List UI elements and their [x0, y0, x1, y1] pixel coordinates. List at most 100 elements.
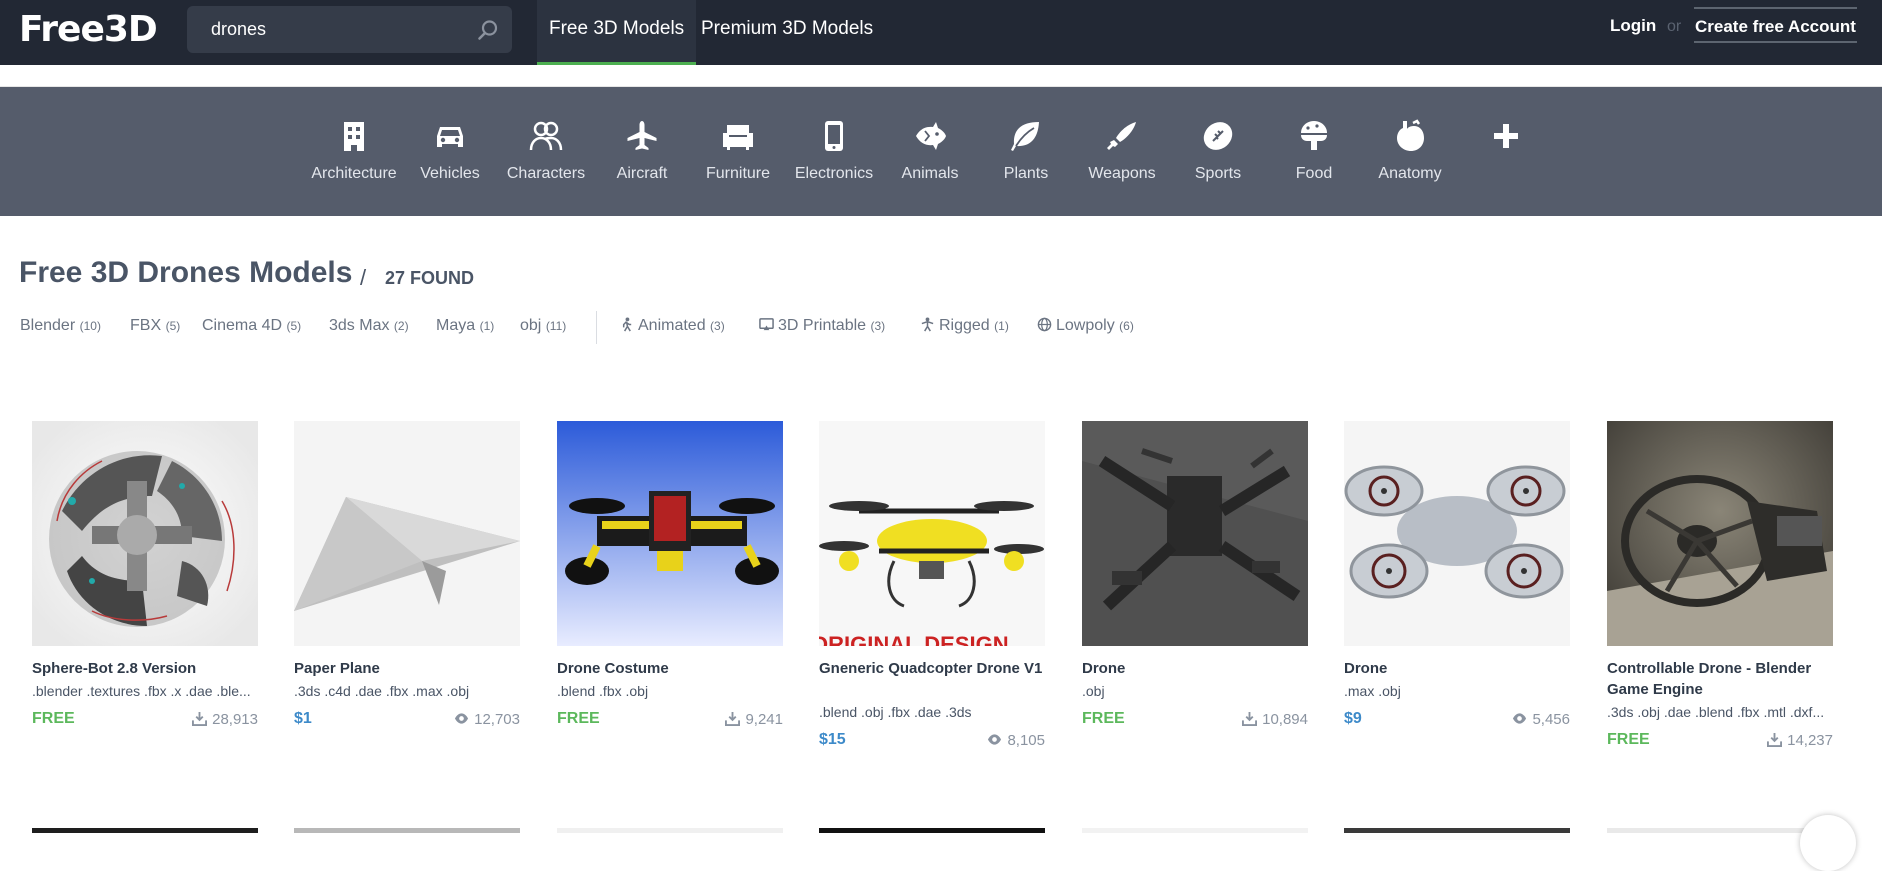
filter-rigged[interactable]: Rigged (1): [920, 317, 1009, 335]
eye-icon: [455, 713, 469, 724]
model-formats: .max .obj: [1344, 683, 1401, 699]
model-formats: .blender .textures .fbx .x .dae .ble...: [32, 683, 251, 699]
model-thumbnail[interactable]: [1344, 421, 1570, 646]
filter-label: FBX: [130, 317, 162, 334]
category-plants[interactable]: Plants: [978, 87, 1074, 216]
fish-icon: [916, 122, 946, 150]
category-characters[interactable]: Characters: [498, 87, 594, 216]
next-row-thumbnail[interactable]: [819, 828, 1045, 833]
filter-count: (5): [165, 319, 181, 333]
model-formats: .blend .fbx .obj: [557, 683, 649, 699]
stat-value: 9,241: [745, 711, 783, 728]
phone-icon: [825, 121, 843, 151]
download-icon: [725, 711, 741, 726]
stat-value: 10,894: [1262, 711, 1308, 728]
filter-obj[interactable]: obj (11): [520, 317, 566, 335]
site-logo[interactable]: Free3D: [19, 8, 158, 52]
category-bar: Architecture Vehicles Characters Aircraf…: [0, 87, 1882, 216]
title-separator: /: [360, 265, 367, 290]
category-aircraft[interactable]: Aircraft: [594, 87, 690, 216]
floating-action-button[interactable]: [1800, 815, 1856, 871]
filter-count: (10): [79, 319, 101, 333]
model-name[interactable]: Drone Costume: [557, 658, 783, 679]
category-electronics[interactable]: Electronics: [786, 87, 882, 216]
category-animals[interactable]: Animals: [882, 87, 978, 216]
stat-value: 8,105: [1007, 732, 1045, 749]
tab-free-3d-models[interactable]: Free 3D Models: [537, 0, 697, 65]
model-views: 5,456: [1512, 711, 1570, 728]
model-price: FREE: [32, 710, 75, 727]
model-thumbnail[interactable]: [32, 421, 258, 646]
filter-fbx[interactable]: FBX (5): [130, 317, 180, 335]
model-name[interactable]: Sphere-Bot 2.8 Version: [32, 658, 258, 679]
drone-obj-image: [1082, 421, 1308, 646]
model-formats: .3ds .c4d .dae .fbx .max .obj: [294, 683, 470, 699]
filter-animated[interactable]: Animated (3): [619, 317, 725, 335]
model-thumbnail[interactable]: [557, 421, 783, 646]
next-row-thumbnail[interactable]: [557, 828, 783, 833]
plane-icon: [627, 121, 657, 150]
next-row-thumbnail[interactable]: [1344, 828, 1570, 833]
filter-lowpoly[interactable]: Lowpoly (6): [1037, 317, 1134, 335]
tab-premium-3d-models[interactable]: Premium 3D Models: [689, 0, 885, 65]
eye-icon: [1513, 713, 1527, 724]
model-name[interactable]: Drone: [1082, 658, 1308, 679]
model-thumbnail[interactable]: ORIGINAL DESIGN: [819, 421, 1045, 646]
model-name[interactable]: Paper Plane: [294, 658, 520, 679]
category-architecture[interactable]: Architecture: [306, 87, 402, 216]
category-furniture[interactable]: Furniture: [690, 87, 786, 216]
filter-label: Cinema 4D: [202, 317, 283, 334]
page-title: Free 3D Drones Models: [19, 256, 353, 289]
model-price: $9: [1344, 710, 1362, 727]
model-thumbnail[interactable]: [1082, 421, 1308, 646]
category-weapons[interactable]: Weapons: [1074, 87, 1170, 216]
filter-label: Rigged: [939, 317, 990, 334]
model-price: FREE: [557, 710, 600, 727]
sub-header-strip: [0, 65, 1882, 87]
login-link[interactable]: Login: [1610, 16, 1656, 36]
model-name[interactable]: Controllable Drone - Blender Game Engine: [1607, 658, 1833, 700]
paper-plane-image: [294, 421, 520, 646]
search-input[interactable]: [211, 6, 461, 53]
search-icon[interactable]: [476, 18, 500, 42]
model-formats: .blend .obj .fbx .dae .3ds: [819, 704, 972, 720]
knife-icon: [1107, 122, 1136, 150]
filter-count: (5): [286, 319, 302, 333]
category-more[interactable]: [1458, 87, 1554, 216]
model-name[interactable]: Drone: [1344, 658, 1570, 679]
rig-icon: [921, 317, 934, 332]
filter-3d-printable[interactable]: 3D Printable (3): [759, 317, 885, 335]
sphere-bot-image: [32, 421, 258, 646]
model-formats: .3ds .obj .dae .blend .fbx .mtl .dxf...: [1607, 704, 1825, 720]
plus-icon: [1494, 124, 1518, 148]
model-price: FREE: [1082, 710, 1125, 727]
category-food[interactable]: Food: [1266, 87, 1362, 216]
filter-blender[interactable]: Blender (10): [20, 317, 101, 335]
model-price: $1: [294, 710, 312, 727]
filter-3ds-max[interactable]: 3ds Max (2): [329, 317, 409, 335]
drone-costume-image: [557, 421, 783, 646]
filter-maya[interactable]: Maya (1): [436, 317, 494, 335]
model-price: $15: [819, 731, 846, 748]
model-downloads: 10,894: [1242, 711, 1308, 728]
filter-count: (3): [710, 319, 725, 333]
category-anatomy[interactable]: Anatomy: [1362, 87, 1458, 216]
results-count: 27 FOUND: [385, 268, 475, 288]
model-thumbnail[interactable]: [294, 421, 520, 646]
filter-cinema-4d[interactable]: Cinema 4D (5): [202, 317, 301, 335]
model-name[interactable]: Gneneric Quadcopter Drone V1: [819, 658, 1045, 679]
category-sports[interactable]: Sports: [1170, 87, 1266, 216]
create-account-button[interactable]: Create free Account: [1694, 7, 1857, 43]
filter-count: (11): [545, 319, 567, 333]
model-thumbnail[interactable]: [1607, 421, 1833, 646]
car-icon: [437, 127, 463, 147]
next-row-thumbnail[interactable]: [294, 828, 520, 833]
model-downloads: 9,241: [725, 711, 783, 728]
eye-icon: [988, 734, 1002, 745]
filter-count: (6): [1119, 319, 1134, 333]
model-downloads: 28,913: [192, 711, 258, 728]
category-vehicles[interactable]: Vehicles: [402, 87, 498, 216]
next-row-thumbnail[interactable]: [1607, 828, 1833, 833]
next-row-thumbnail[interactable]: [32, 828, 258, 833]
next-row-thumbnail[interactable]: [1082, 828, 1308, 833]
